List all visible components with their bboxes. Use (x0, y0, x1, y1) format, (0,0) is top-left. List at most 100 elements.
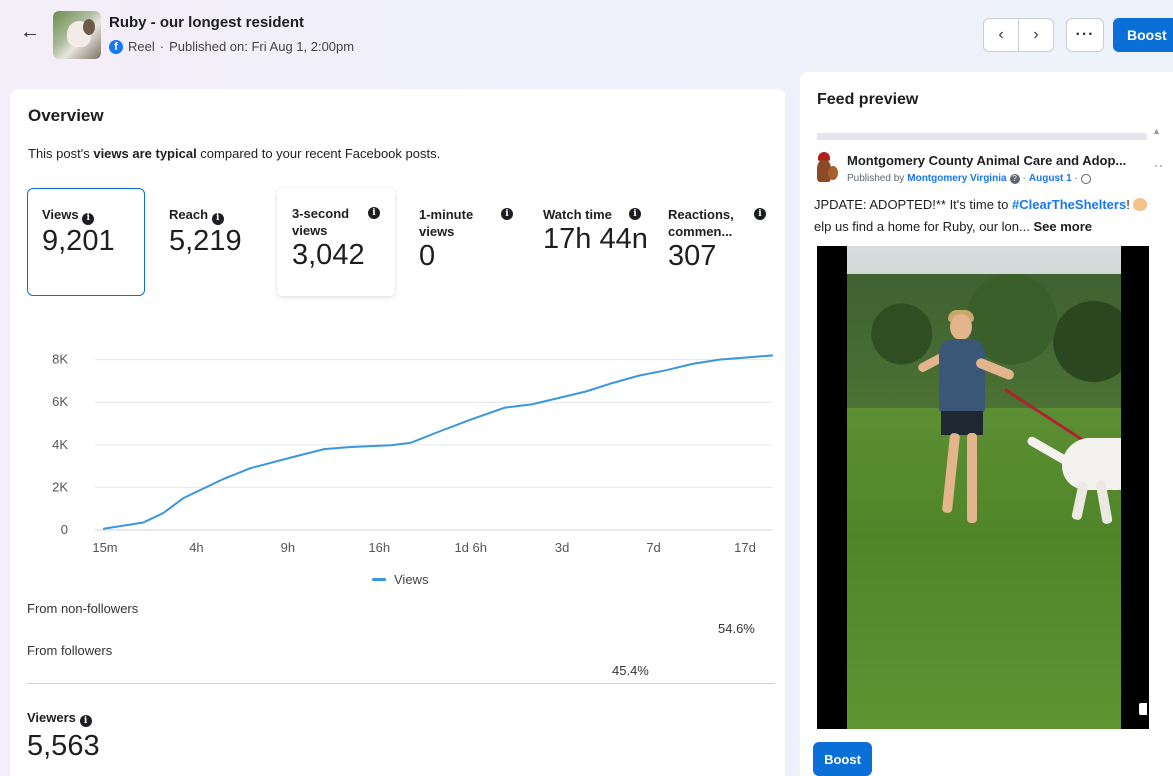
metric-watch-time[interactable]: Watch time i 17h 44n (533, 189, 651, 273)
scene-person-head (950, 314, 972, 340)
metric-value: 0 (419, 240, 436, 272)
scene-person-shirt (939, 339, 985, 414)
metric-value: 5,219 (169, 224, 242, 257)
info-icon[interactable]: i (211, 212, 224, 225)
boost-button[interactable]: Boost (1113, 18, 1173, 52)
x-tick-label: 3d (555, 540, 569, 555)
divider (27, 683, 775, 684)
metric-3-second-views[interactable]: 3-second views i 3,042 (277, 188, 395, 296)
video-frame (847, 246, 1121, 729)
metric-reach[interactable]: Reach i 5,219 (157, 189, 267, 275)
info-icon[interactable]: i (368, 207, 380, 219)
globe-icon (1081, 173, 1092, 184)
page-avatar (814, 152, 842, 186)
y-tick-label: 2K (52, 479, 68, 494)
next-post-button[interactable]: › (1018, 18, 1054, 52)
x-tick-label: 4h (189, 540, 203, 555)
metric-value: 9,201 (42, 224, 115, 257)
metric-value: 3,042 (292, 239, 365, 271)
info-icon[interactable]: i (629, 208, 641, 220)
x-tick-label: 9h (281, 540, 295, 555)
x-tick-label: 1d 6h (454, 540, 487, 555)
desc-suffix: compared to your recent Facebook posts. (196, 146, 441, 161)
info-icon[interactable]: i (754, 208, 766, 220)
volume-icon[interactable] (1139, 703, 1147, 715)
info-icon[interactable]: i (501, 208, 513, 220)
page-name[interactable]: Montgomery County Animal Care and Adop..… (847, 153, 1126, 168)
more-dots-icon: ··· (1075, 26, 1095, 43)
post-text: elp us find a home for Ruby, our lon... (814, 219, 1030, 234)
post-title: Ruby - our longest resident (109, 14, 305, 31)
meta-separator: · (1022, 173, 1026, 184)
metric-views-label-row: Views i (42, 206, 130, 225)
metric-reach-label-row: Reach i (169, 206, 255, 225)
y-tick-label: 4K (52, 437, 68, 452)
y-tick-label: 0 (61, 522, 68, 537)
previous-post-button[interactable]: ‹ (983, 18, 1019, 52)
legend-swatch (372, 578, 386, 581)
x-tick-label: 16h (368, 540, 390, 555)
post-meta: Published by Montgomery Virginia ? · Aug… (847, 173, 1092, 184)
avatar-dog-ear (828, 166, 838, 180)
post-type: Reel (128, 39, 155, 54)
thumbnail-dog-ear (83, 19, 95, 35)
boost-preview-button[interactable]: Boost (813, 742, 872, 776)
post-text-suffix: ! (1126, 197, 1130, 212)
desc-prefix: This post's (28, 146, 94, 161)
back-arrow-icon[interactable]: ← (20, 22, 40, 42)
legend-label: Views (394, 572, 429, 587)
scene-dog (1062, 438, 1121, 490)
scroll-up-icon[interactable]: ▲ (1152, 126, 1161, 136)
desc-bold: views are typical (93, 146, 197, 161)
feed-preview-title: Feed preview (817, 91, 919, 108)
x-tick-label: 15m (92, 540, 117, 555)
separator-dot: · (159, 39, 165, 54)
scene-person-leg (967, 433, 977, 523)
info-icon[interactable]: i (79, 715, 92, 727)
metric-label: Reach (169, 207, 209, 222)
viewers-label: Viewers i (27, 710, 92, 727)
views-series-line (102, 354, 774, 530)
metric-views[interactable]: Views i 9,201 (27, 188, 145, 296)
metric-1-minute-views[interactable]: 1-minute views i 0 (407, 189, 525, 290)
overview-card: Overview This post's views are typical c… (10, 89, 785, 776)
question-icon[interactable]: ? (1009, 173, 1020, 184)
chart-legend: Views (372, 572, 428, 587)
viewers-label-text: Viewers (27, 710, 76, 725)
overview-title: Overview (28, 106, 104, 125)
metric-label: Views (42, 207, 79, 222)
y-tick-label: 6K (52, 394, 68, 409)
post-text-line-1: JPDATE: ADOPTED!** It's time to #ClearTh… (814, 197, 1147, 212)
published-by-prefix: Published by (847, 173, 905, 184)
chevron-left-icon: ‹ (998, 26, 1004, 43)
hashtag-link[interactable]: #ClearTheShelters (1012, 197, 1126, 212)
metric-1m-label-row: 1-minute views i (419, 206, 513, 240)
more-options-button[interactable]: ··· (1066, 18, 1104, 52)
post-subtitle: f Reel · Published on: Fri Aug 1, 2:00pm (109, 39, 354, 54)
meta-separator: · (1074, 173, 1079, 184)
metric-reactions[interactable]: Reactions, commen... i 307 (658, 189, 776, 290)
feed-preview-panel: Feed preview ▲ Montgomery County Animal … (800, 72, 1173, 776)
views-line-chart: 0 2K 4K 6K 8K 15m 4h 9h 16h 1d 6h 3d 7d 17d (52, 352, 774, 555)
dog-emoji-icon (1132, 198, 1147, 211)
metric-label: 1-minute views (419, 207, 474, 239)
metric-value: 307 (668, 240, 717, 272)
chevron-right-icon: › (1033, 26, 1039, 43)
published-by-name[interactable]: Montgomery Virginia (907, 173, 1006, 184)
post-date[interactable]: August 1 (1029, 173, 1072, 184)
info-icon[interactable]: i (82, 212, 95, 225)
metric-label: Watch time (543, 207, 612, 222)
see-more-link[interactable]: See more (1033, 219, 1092, 234)
x-tick-label: 7d (646, 540, 660, 555)
feed-preview-top-bar (817, 133, 1147, 140)
post-options-icon[interactable]: ·· (1154, 158, 1164, 172)
y-tick-label: 8K (52, 352, 68, 367)
published-date: Published on: Fri Aug 1, 2:00pm (169, 39, 355, 54)
post-thumbnail (53, 11, 101, 59)
metric-3s-label-row: 3-second views i (292, 205, 380, 239)
post-text: JPDATE: ADOPTED!** It's time to (814, 197, 1009, 212)
followers-label: From followers (27, 643, 113, 658)
reel-video[interactable] (817, 246, 1149, 729)
followers-pct: 45.4% (612, 663, 649, 678)
x-tick-label: 17d (734, 540, 756, 555)
